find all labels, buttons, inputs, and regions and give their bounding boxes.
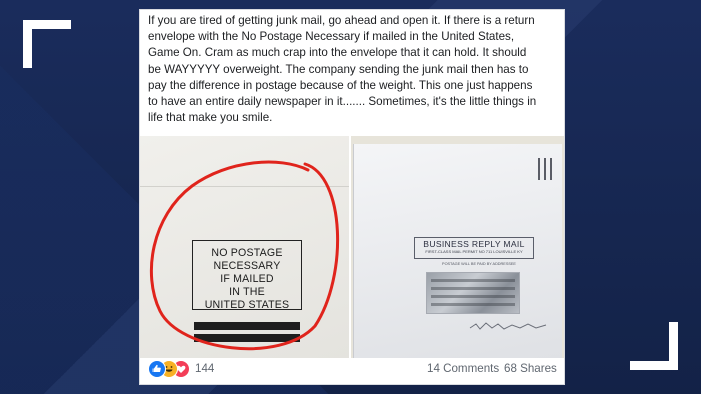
envelope: BUSINESS REPLY MAIL FIRST-CLASS MAIL PER… xyxy=(353,144,562,358)
brm-title: BUSINESS REPLY MAIL xyxy=(423,239,525,249)
video-frame: { "post": { "text_lines": [ "If you are … xyxy=(0,0,701,394)
post-text-line: pay the difference in postage because of… xyxy=(148,78,533,92)
post-text-line: be WAYYYYY overweight. The company sendi… xyxy=(148,62,529,76)
post-text-line: to have an entire daily newspaper in it.… xyxy=(148,95,537,109)
post-text-line: If you are tired of getting junk mail, g… xyxy=(148,14,535,27)
facebook-post: If you are tired of getting junk mail, g… xyxy=(139,9,565,385)
envelope-window-newspaper xyxy=(426,272,520,314)
handwriting-scribble xyxy=(469,322,547,330)
post-photos: NO POSTAGE NECESSARY IF MAILED IN THE UN… xyxy=(140,136,564,358)
reaction-count: 144 xyxy=(195,362,215,375)
brm-permit: FIRST-CLASS MAIL PERMIT NO 711 LOUISVILL… xyxy=(425,249,523,254)
post-text-line: Game On. Cram as much crap into the enve… xyxy=(148,46,527,60)
shares-link[interactable]: 68 Shares xyxy=(504,362,557,375)
post-text-line: life that make you smile. xyxy=(148,111,273,125)
brm-paid: POSTAGE WILL BE PAID BY ADDRESSEE xyxy=(442,262,516,266)
post-text: If you are tired of getting junk mail, g… xyxy=(148,13,560,126)
photo-stuffed-envelope[interactable]: BUSINESS REPLY MAIL FIRST-CLASS MAIL PER… xyxy=(351,136,564,358)
business-reply-label: BUSINESS REPLY MAIL FIRST-CLASS MAIL PER… xyxy=(414,237,534,259)
red-circle-annotation xyxy=(149,160,340,351)
like-icon xyxy=(148,360,166,378)
comments-link[interactable]: 14 Comments xyxy=(427,362,499,375)
photo-envelope-closeup[interactable]: NO POSTAGE NECESSARY IF MAILED IN THE UN… xyxy=(140,136,349,358)
post-text-line: envelope with the No Postage Necessary i… xyxy=(148,30,515,44)
